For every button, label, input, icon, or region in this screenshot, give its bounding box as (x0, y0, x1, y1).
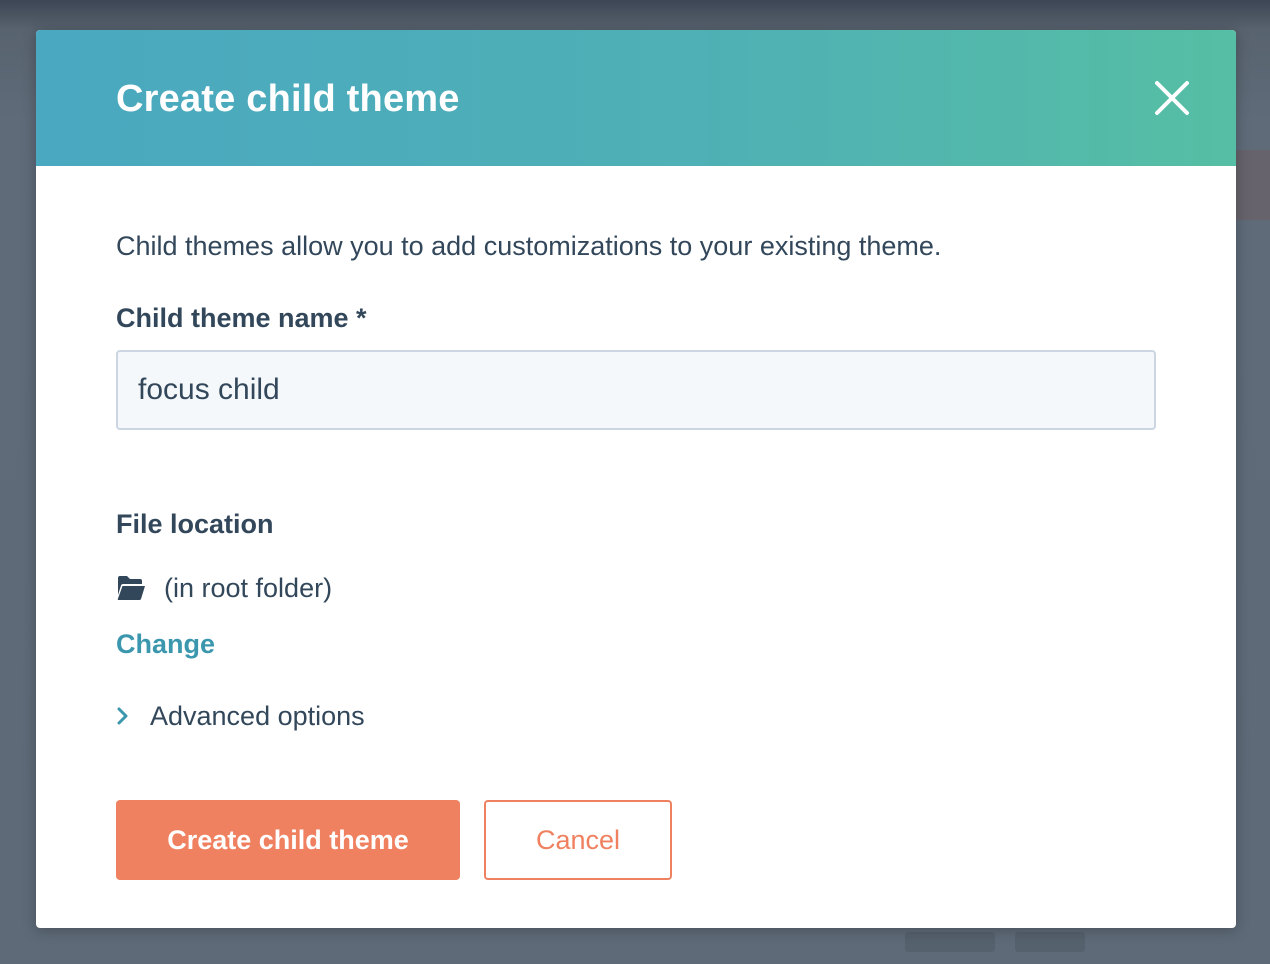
child-theme-name-label: Child theme name * (116, 303, 367, 333)
backdrop-accent (1230, 150, 1270, 220)
child-theme-name-input[interactable] (116, 350, 1156, 430)
file-location-value: (in root folder) (164, 573, 333, 603)
advanced-options-label: Advanced options (150, 701, 365, 731)
close-button[interactable] (1148, 74, 1196, 122)
cancel-button[interactable]: Cancel (484, 800, 672, 880)
dialog-title: Create child theme (116, 78, 460, 120)
change-location-link[interactable]: Change (116, 626, 215, 662)
advanced-options-toggle[interactable]: Advanced options (116, 698, 365, 734)
close-icon (1155, 81, 1189, 115)
chevron-right-icon (117, 707, 128, 725)
dialog-header: Create child theme (36, 30, 1236, 166)
file-location-row: (in root folder) (116, 570, 332, 606)
backdrop-element (905, 932, 995, 952)
backdrop-element (1015, 932, 1085, 952)
create-child-theme-button[interactable]: Create child theme (116, 800, 460, 880)
file-location-label: File location (116, 509, 274, 539)
folder-open-icon (117, 576, 145, 600)
dialog-description: Child themes allow you to add customizat… (116, 231, 942, 261)
create-child-theme-dialog: Create child theme Child themes allow yo… (36, 30, 1236, 928)
